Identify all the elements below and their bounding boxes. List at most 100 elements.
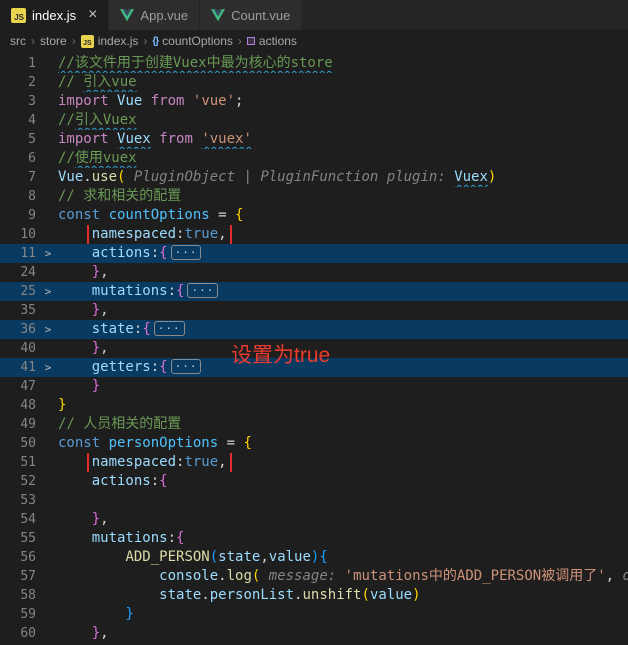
token: // 人员相关的配置 xyxy=(58,416,182,432)
fold-chevron-icon[interactable]: > xyxy=(38,358,58,377)
line-number: 50 xyxy=(20,436,36,451)
fold-gutter xyxy=(38,187,58,206)
token: 'vue' xyxy=(192,93,236,109)
line-number: 60 xyxy=(20,626,36,641)
fold-gutter xyxy=(38,624,58,643)
line-number: 41 xyxy=(20,360,36,375)
fold-ellipsis-badge[interactable]: ··· xyxy=(153,321,185,336)
code-line: 35 }, xyxy=(0,301,628,320)
token: , xyxy=(218,226,227,242)
token: } xyxy=(125,606,134,622)
token: ) xyxy=(487,169,497,185)
fold-ellipsis-badge[interactable]: ··· xyxy=(170,245,202,260)
fold-chevron-icon[interactable]: > xyxy=(38,320,58,339)
token: value xyxy=(369,587,413,603)
token: { xyxy=(319,549,328,565)
code-line: 57 console.log( message: 'mutations中的ADD… xyxy=(0,567,628,586)
line-number: 25 xyxy=(20,284,36,299)
code-line: 7 Vue.use( PluginObject | PluginFunction … xyxy=(0,168,628,187)
line-number: 5 xyxy=(28,132,36,147)
fold-chevron-icon[interactable]: > xyxy=(38,282,58,301)
line-number: 4 xyxy=(28,113,36,128)
token: , xyxy=(100,340,109,356)
fold-gutter xyxy=(38,567,58,586)
token: message: xyxy=(260,568,345,584)
token: const xyxy=(58,207,109,223)
breadcrumb-item-countOptions[interactable]: {} countOptions xyxy=(152,34,233,48)
token: } xyxy=(91,511,101,527)
token: } xyxy=(58,397,67,413)
line-number: 6 xyxy=(28,151,36,166)
fold-gutter xyxy=(38,339,58,358)
tab-Count.vue[interactable]: Count.vue xyxy=(200,0,303,30)
token: // xyxy=(58,150,75,166)
fold-gutter xyxy=(38,130,58,149)
token: // xyxy=(58,112,75,128)
token: optionalPa xyxy=(623,568,628,584)
line-number: 55 xyxy=(20,531,36,546)
breadcrumb-item-store[interactable]: store xyxy=(40,34,67,48)
fold-ellipsis-badge[interactable]: ··· xyxy=(170,359,202,374)
breadcrumb-item-index.js[interactable]: JS index.js xyxy=(80,34,138,48)
code-text: }, xyxy=(58,263,628,282)
line-number: 56 xyxy=(20,550,36,565)
fold-gutter xyxy=(38,263,58,282)
fold-gutter xyxy=(38,472,58,491)
code-line: 55 mutations:{ xyxy=(0,529,628,548)
chevron-separator-icon: › xyxy=(71,34,76,48)
tab-App.vue[interactable]: App.vue xyxy=(109,0,201,30)
code-line: 6 //使用vuex xyxy=(0,149,628,168)
fold-ellipsis-badge[interactable]: ··· xyxy=(187,283,219,298)
token: from xyxy=(142,93,193,109)
fold-chevron-icon[interactable]: > xyxy=(38,244,58,263)
token: } xyxy=(91,378,101,394)
token: from xyxy=(150,131,202,147)
token: personList xyxy=(209,587,295,603)
token: ( xyxy=(209,549,219,565)
token: } xyxy=(91,264,101,280)
code-line: 36 > state:{··· xyxy=(0,320,628,339)
code-text: }, xyxy=(58,624,628,643)
code-line: 48} xyxy=(0,396,628,415)
line-number: 36 xyxy=(20,322,36,337)
line-number: 58 xyxy=(20,588,36,603)
breadcrumb-item-src[interactable]: src xyxy=(10,34,26,48)
tab-index.js[interactable]: JS index.js × xyxy=(0,0,110,30)
line-number: 10 xyxy=(20,227,36,242)
token: Vuex xyxy=(117,131,151,147)
breadcrumb-label: src xyxy=(10,34,26,48)
fold-gutter xyxy=(38,168,58,187)
fold-gutter xyxy=(38,301,58,320)
line-number: 3 xyxy=(28,94,36,109)
code-line: 5 import Vuex from 'vuex' xyxy=(0,130,628,149)
line-number: 51 xyxy=(20,455,36,470)
breadcrumb-item-actions[interactable]: actions xyxy=(246,34,297,48)
code-text: ADD_PERSON(state,value){ xyxy=(58,548,628,567)
token: getters xyxy=(91,359,151,375)
code-line: 51 namespaced:true, xyxy=(0,453,628,472)
token: ADD_PERSON xyxy=(125,549,210,565)
token: import xyxy=(58,93,118,109)
token: { xyxy=(159,473,168,489)
code-line: 11 > actions:{··· xyxy=(0,244,628,263)
token: 'vuex' xyxy=(201,131,252,147)
line-number: 54 xyxy=(20,512,36,527)
token: : xyxy=(167,530,177,546)
fold-gutter xyxy=(38,548,58,567)
editor: 1 //该文件用于创建Vuex中最为核心的store 2 // 引入vue 3 impor… xyxy=(0,52,628,645)
fold-gutter xyxy=(38,605,58,624)
code-line: 54 }, xyxy=(0,510,628,529)
code-line: 24 }, xyxy=(0,263,628,282)
close-icon[interactable]: × xyxy=(88,7,97,23)
token: } xyxy=(91,625,101,641)
token: Vue xyxy=(58,169,84,185)
js-icon: JS xyxy=(80,34,94,48)
